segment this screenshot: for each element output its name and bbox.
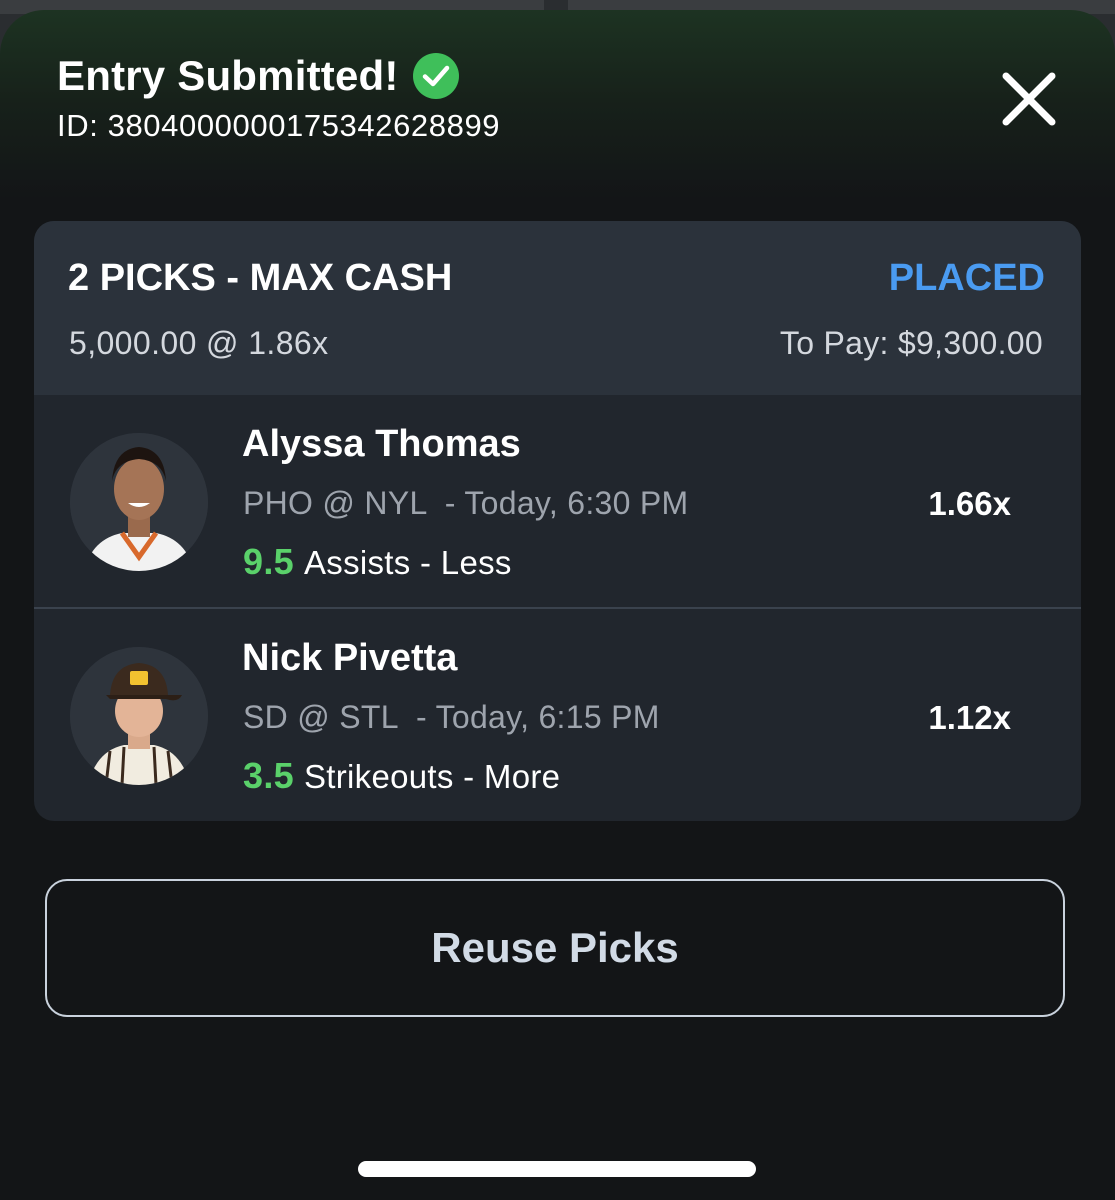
- game-matchup: SD @ STL - Today, 6:15 PM: [243, 699, 660, 735]
- player-name: Alyssa Thomas: [242, 423, 521, 465]
- line-value: 3.5: [243, 755, 294, 796]
- player-name: Nick Pivetta: [242, 637, 458, 679]
- entry-stake: 5,000.00 @ 1.86x: [69, 325, 329, 361]
- entry-card: 2 PICKS - MAX CASH 5,000.00 @ 1.86x PLAC…: [34, 221, 1081, 821]
- status-badge: PLACED: [888, 257, 1045, 299]
- reuse-picks-button[interactable]: Reuse Picks: [45, 879, 1065, 1017]
- pick-multiplier: 1.12x: [928, 699, 1011, 736]
- entry-submitted-sheet: Entry Submitted! ID: 3804000000175342628…: [0, 10, 1115, 1200]
- player-photo-icon: [70, 647, 208, 785]
- player-avatar: [70, 647, 208, 785]
- stat-selection: Strikeouts - More: [303, 758, 561, 795]
- player-photo-icon: [70, 433, 208, 571]
- home-indicator[interactable]: [358, 1161, 756, 1177]
- pick-row[interactable]: Nick Pivetta SD @ STL - Today, 6:15 PM 3…: [34, 609, 1081, 821]
- entry-card-header: 2 PICKS - MAX CASH 5,000.00 @ 1.86x PLAC…: [34, 221, 1081, 395]
- pick-projection: 3.5 Strikeouts - More: [243, 755, 560, 797]
- player-avatar: [70, 433, 208, 571]
- stat-selection: Assists - Less: [303, 544, 512, 581]
- pick-multiplier: 1.66x: [928, 485, 1011, 522]
- game-matchup: PHO @ NYL - Today, 6:30 PM: [243, 485, 689, 521]
- check-circle-icon: [412, 53, 459, 99]
- close-icon: [1002, 72, 1056, 126]
- entry-type: 2 PICKS - MAX CASH: [68, 257, 453, 299]
- close-button[interactable]: [996, 66, 1062, 132]
- page-title: Entry Submitted!: [57, 52, 459, 100]
- pick-row[interactable]: Alyssa Thomas PHO @ NYL - Today, 6:30 PM…: [34, 395, 1081, 609]
- entry-id: ID: 3804000000175342628899: [57, 108, 501, 143]
- to-pay-amount: To Pay: $9,300.00: [779, 325, 1043, 361]
- pick-projection: 9.5 Assists - Less: [243, 541, 512, 583]
- line-value: 9.5: [243, 541, 294, 582]
- page-title-text: Entry Submitted!: [57, 52, 399, 99]
